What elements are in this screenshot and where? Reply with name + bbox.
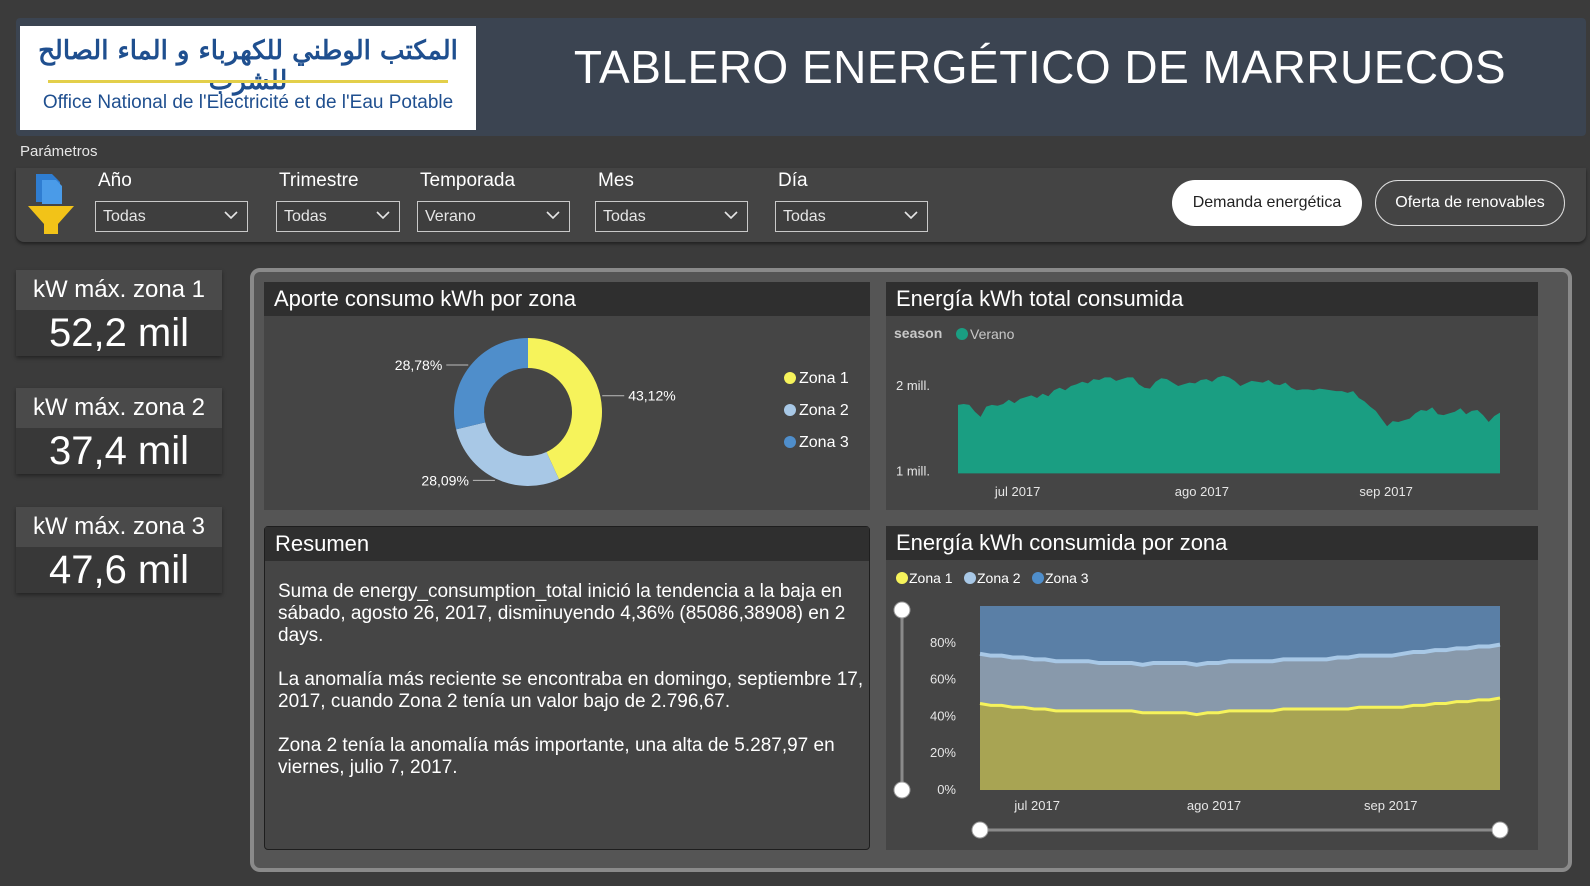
x-tick-label: ago 2017 (1187, 798, 1241, 813)
kpi-label: kW máx. zona 2 (16, 388, 222, 428)
zone-energy-area-chart: Zona 1 Zona 2 Zona 3 0% 20% 40% 60% 80% jul 2017… (893, 570, 1509, 839)
legend-marker (784, 372, 796, 384)
energy-demand-button[interactable]: Demanda energética (1172, 180, 1362, 226)
parameters-label: Parámetros (20, 143, 98, 160)
visual-title: Energía kWh total consumida (886, 282, 1538, 316)
slicer-label-quarter: Trimestre (279, 170, 359, 191)
legend-marker (784, 404, 796, 416)
x-range-slider-handle[interactable] (1491, 821, 1509, 839)
x-tick-label: jul 2017 (1013, 798, 1060, 813)
slicer-year-value: Todas (103, 208, 146, 225)
legend-label: Zona 2 (977, 570, 1021, 586)
y-tick-label: 40% (930, 708, 956, 723)
kpi-label: kW máx. zona 1 (16, 270, 222, 310)
y-range-slider-handle[interactable] (893, 781, 911, 799)
kpi-value: 37,4 mil (16, 428, 222, 474)
visual-title: Aporte consumo kWh por zona (264, 282, 870, 316)
kpi-label: kW máx. zona 3 (16, 507, 222, 547)
legend-marker (1032, 572, 1044, 584)
total-energy-visual[interactable]: Energía kWh total consumida season Verano… (886, 282, 1538, 510)
legend-marker (896, 572, 908, 584)
slicer-label-season: Temporada (420, 170, 516, 191)
y-tick-label: 20% (930, 745, 956, 760)
legend-label: Zona 3 (1045, 570, 1089, 586)
logo-divider (48, 80, 448, 83)
x-tick-label: jul 2017 (994, 484, 1041, 499)
summary-text: Suma de energy_consumption_total inició … (278, 581, 868, 801)
slicer-label-day: Día (778, 170, 808, 191)
legend-marker (784, 436, 796, 448)
legend-label: Zona 1 (909, 570, 953, 586)
slice-zona3 (454, 338, 528, 430)
area-series-verano (958, 375, 1500, 474)
legend-marker (964, 572, 976, 584)
y-tick-label: 2 mill. (896, 378, 930, 393)
y-range-slider-handle[interactable] (893, 601, 911, 619)
visual-title: Energía kWh consumida por zona (886, 526, 1538, 560)
slicer-label-month: Mes (598, 170, 634, 191)
data-label: 28,09% (421, 472, 468, 488)
chevron-down-icon (546, 211, 560, 220)
donut-visual[interactable]: Aporte consumo kWh por zona 43,12% 28,09%… (264, 282, 870, 510)
slicer-quarter-dropdown[interactable]: Todas (276, 201, 400, 232)
logo-french-text: Office National de l'Electricité et de l… (42, 92, 454, 113)
legend-title: season (894, 325, 942, 341)
chevron-down-icon (724, 211, 738, 220)
slicer-quarter-value: Todas (284, 208, 327, 225)
x-range-slider-handle[interactable] (971, 821, 989, 839)
onee-logo: المكتب الوطني للكهرباء و الماء الصالح لل… (20, 26, 476, 130)
y-tick-label: 60% (930, 672, 956, 687)
legend-label: Verano (970, 326, 1015, 342)
slicer-season-dropdown[interactable]: Verano (417, 201, 570, 232)
kpi-card-zona1: kW máx. zona 1 52,2 mil (16, 270, 222, 356)
chevron-down-icon (376, 211, 390, 220)
slicer-month-dropdown[interactable]: Todas (595, 201, 748, 232)
donut-chart: 43,12% 28,09% 28,78% Zona 1 Zona 2 Zona 3 (395, 338, 849, 488)
summary-paragraph: Suma de energy_consumption_total inició … (278, 581, 846, 646)
page-title: TABLERO ENERGÉTICO DE MARRUECOS (573, 41, 1507, 93)
slicer-year-dropdown[interactable]: Todas (95, 201, 248, 232)
y-tick-label: 80% (930, 635, 956, 650)
slicer-season-value: Verano (425, 208, 476, 225)
y-tick-label: 0% (937, 782, 956, 797)
chevron-down-icon (904, 211, 918, 220)
kpi-card-zona2: kW máx. zona 2 37,4 mil (16, 388, 222, 474)
data-label: 43,12% (628, 388, 675, 404)
kpi-card-zona3: kW máx. zona 3 47,6 mil (16, 507, 222, 593)
legend-label: Zona 3 (799, 434, 849, 451)
renewables-supply-button[interactable]: Oferta de renovables (1375, 180, 1565, 226)
summary-visual: Resumen Suma de energy_consumption_total… (264, 526, 870, 850)
slicer-day-value: Todas (783, 208, 826, 225)
filter-icon (28, 174, 74, 234)
legend-marker (956, 328, 968, 340)
summary-paragraph: La anomalía más reciente se encontraba e… (278, 669, 864, 712)
x-tick-label: sep 2017 (1359, 484, 1413, 499)
total-energy-area-chart: season Verano 1 mill. 2 mill. jul 2017 ago 20… (894, 325, 1500, 499)
x-tick-label: sep 2017 (1364, 798, 1418, 813)
summary-paragraph: Zona 2 tenía la anomalía más importante,… (278, 735, 835, 778)
data-label: 28,78% (395, 357, 442, 373)
zone-energy-visual[interactable]: Energía kWh consumida por zona Zona 1 Zon… (886, 526, 1538, 850)
slicer-month-value: Todas (603, 208, 646, 225)
slicer-label-year: Año (98, 170, 132, 191)
main-panel: Aporte consumo kWh por zona 43,12% 28,09%… (250, 268, 1572, 872)
slice-zona2 (456, 422, 559, 486)
logo-arabic-text: المكتب الوطني للكهرباء و الماء الصالح لل… (38, 36, 458, 96)
slicer-day-dropdown[interactable]: Todas (775, 201, 928, 232)
kpi-value: 47,6 mil (16, 547, 222, 593)
legend-label: Zona 2 (799, 402, 849, 419)
visual-title: Resumen (265, 527, 869, 561)
legend-label: Zona 1 (799, 370, 849, 387)
kpi-value: 52,2 mil (16, 310, 222, 356)
chevron-down-icon (224, 211, 238, 220)
x-tick-label: ago 2017 (1175, 484, 1229, 499)
y-tick-label: 1 mill. (896, 464, 930, 479)
